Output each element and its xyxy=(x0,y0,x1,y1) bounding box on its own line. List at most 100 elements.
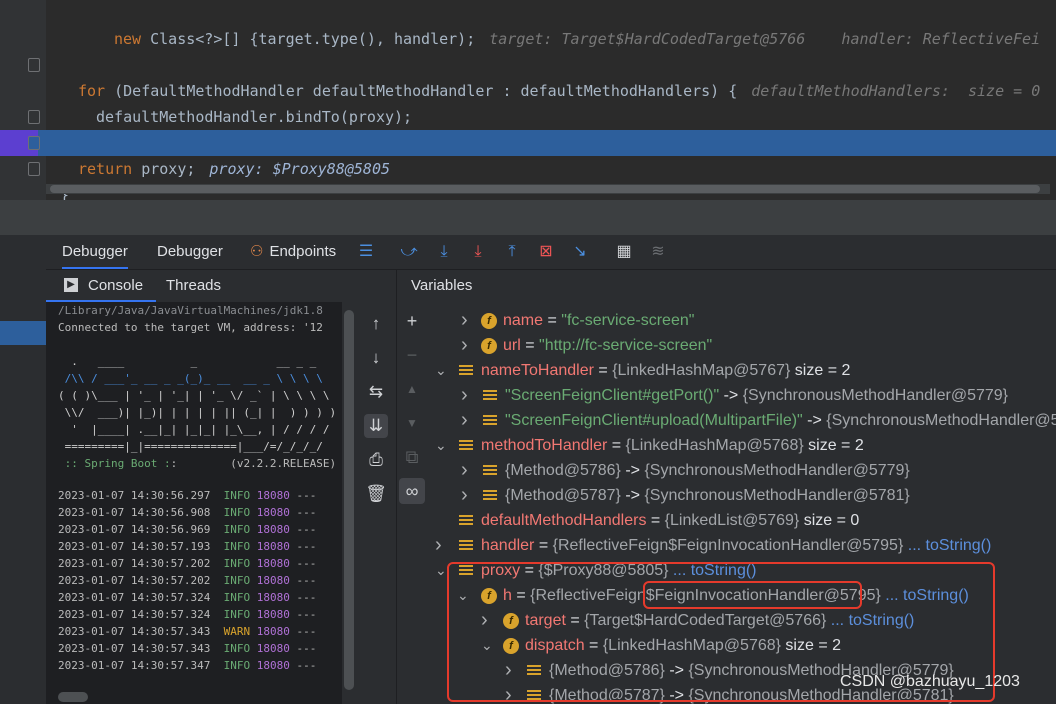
console-hscroll-thumb[interactable] xyxy=(58,692,88,702)
tostring-link[interactable]: ... toString() xyxy=(903,537,992,554)
list-icon xyxy=(483,463,497,477)
variable-row[interactable]: › "ScreenFeignClient#getPort()" -> {Synch… xyxy=(427,383,1056,408)
console-tools: ↑ ↓ ⇆ ⇊ ⎙ 🗑 xyxy=(356,302,397,704)
variable-eq: = xyxy=(543,312,562,329)
console-line: 2023-01-07 14:30:56.908 INFO 18080 --- xyxy=(58,506,317,519)
step-over-icon[interactable]: ⤓ xyxy=(434,242,454,262)
variable-size: size = 0 xyxy=(799,512,860,529)
console-line: 2023-01-07 14:30:57.324 INFO 18080 --- xyxy=(58,591,317,604)
tab-console[interactable]: ▶ Console xyxy=(46,270,156,302)
variable-text: methodToHandler = {LinkedHashMap@5768} s… xyxy=(481,433,864,458)
chevron-right-icon[interactable]: › xyxy=(435,533,449,558)
chevron-right-icon[interactable]: › xyxy=(461,383,475,408)
remove-watch-icon[interactable]: − xyxy=(399,342,425,368)
variable-name: name xyxy=(503,312,544,329)
variable-row[interactable]: defaultMethodHandlers = {LinkedList@5769… xyxy=(427,508,1056,533)
variable-eq: = xyxy=(607,437,626,454)
step-out-icon[interactable]: ⤒ xyxy=(502,242,522,262)
debugger-toolbar: Debugger Debugger ⚇ Endpoints ☰ ⤻ ⤓ ⤓ ⤒ ⊠… xyxy=(46,235,1056,270)
console-line: \\/ ___)| |_)| | | | | || (_| | ) ) ) ) xyxy=(58,406,337,419)
run-to-cursor-icon[interactable]: ↘ xyxy=(570,242,590,262)
variable-text: handler = {ReflectiveFeign$FeignInvocati… xyxy=(481,533,991,558)
scroll-up-icon[interactable]: ↑ xyxy=(364,312,388,336)
variable-row[interactable]: › f url = "http://fc-service-screen" xyxy=(427,333,1056,358)
variable-name: "ScreenFeignClient#getPort()" xyxy=(505,387,720,404)
evaluate-icon[interactable]: ▦ xyxy=(614,242,634,262)
print-icon[interactable]: ⎙ xyxy=(364,448,388,472)
chevron-down-icon[interactable]: ⌄ xyxy=(435,358,449,383)
code-line: defaultMethodHandler.bindTo(proxy); xyxy=(0,78,1056,126)
show-execution-point-icon[interactable]: ⤻ xyxy=(399,242,419,262)
chevron-right-icon[interactable]: › xyxy=(461,408,475,433)
annotation-box-small xyxy=(643,581,862,609)
variable-size: size = 2 xyxy=(790,362,851,379)
variable-row[interactable]: › {Method@5787} -> {SynchronousMethodHand… xyxy=(427,483,1056,508)
variable-value: "http://fc-service-screen" xyxy=(539,337,713,354)
variable-row[interactable]: ⌄ methodToHandler = {LinkedHashMap@5768} … xyxy=(427,433,1056,458)
tab-debugger-1[interactable]: Debugger xyxy=(62,235,128,269)
step-into-icon[interactable]: ⤓ xyxy=(468,242,488,262)
variable-text: "ScreenFeignClient#getPort()" -> {Synchr… xyxy=(505,383,1008,408)
code-line: for (DefaultMethodHandler defaultMethodH… xyxy=(0,52,1056,100)
endpoints-icon: ⚇ xyxy=(250,243,264,260)
list-icon xyxy=(459,513,473,527)
scrollbar-thumb[interactable] xyxy=(50,185,1040,193)
console-output[interactable]: /Library/Java/JavaVirtualMachines/jdk1.8… xyxy=(46,302,342,704)
list-icon xyxy=(459,438,473,452)
variable-value: "fc-service-screen" xyxy=(561,312,695,329)
code-editor[interactable]: new Class<?>[] {target.type(), handler);… xyxy=(0,0,1056,200)
scroll-to-end-icon[interactable]: ⇊ xyxy=(364,414,388,438)
variable-name: handler xyxy=(481,537,535,554)
variable-value: {LinkedHashMap@5768} xyxy=(625,437,804,454)
scroll-down-icon[interactable]: ↓ xyxy=(364,346,388,370)
variable-row[interactable]: › handler = {ReflectiveFeign$FeignInvocat… xyxy=(427,533,1056,558)
horizontal-scrollbar[interactable] xyxy=(46,184,1050,194)
duplicate-icon[interactable]: ⧉ xyxy=(399,444,425,470)
chevron-right-icon[interactable]: › xyxy=(461,308,475,333)
variable-value: {LinkedHashMap@5767} xyxy=(612,362,791,379)
variable-value: {SynchronousMethodHandler@5 xyxy=(826,412,1056,429)
glasses-icon[interactable]: ∞ xyxy=(399,478,425,504)
chevron-right-icon[interactable]: › xyxy=(461,483,475,508)
variable-value: {ReflectiveFeign$FeignInvocationHandler@… xyxy=(552,537,904,554)
scrollbar-thumb[interactable] xyxy=(344,310,354,690)
variable-eq: -> xyxy=(620,462,645,479)
soft-wrap-icon[interactable]: ⇆ xyxy=(364,380,388,404)
move-up-icon[interactable]: ▲ xyxy=(399,376,425,402)
chevron-right-icon[interactable]: › xyxy=(461,333,475,358)
variable-eq: -> xyxy=(802,412,827,429)
add-watch-icon[interactable]: + xyxy=(399,308,425,334)
variable-name: {Method@5786} xyxy=(505,462,621,479)
variable-row[interactable]: › "ScreenFeignClient#upload(MultipartFile… xyxy=(427,408,1056,433)
variable-eq: -> xyxy=(719,387,743,404)
drop-frame-icon[interactable]: ⊠ xyxy=(536,242,556,262)
trace-icon[interactable]: ≋ xyxy=(648,242,668,262)
trash-icon[interactable]: 🗑 xyxy=(364,482,388,506)
tab-threads[interactable]: Threads xyxy=(166,277,221,294)
console-line: . ____ _ __ _ _ xyxy=(58,355,317,368)
menu-icon[interactable]: ☰ xyxy=(356,242,376,262)
variable-value: {SynchronousMethodHandler@5781} xyxy=(644,487,910,504)
tab-debugger-2[interactable]: Debugger xyxy=(157,235,223,269)
fold-marker[interactable] xyxy=(28,136,40,150)
console-line: =========|_|==============|___/=/_/_/_/ xyxy=(58,440,323,453)
move-down-icon[interactable]: ▼ xyxy=(399,410,425,436)
variable-name: nameToHandler xyxy=(481,362,594,379)
variables-tools: + − ▲ ▼ ⧉ ∞ xyxy=(397,302,427,704)
chevron-down-icon[interactable]: ⌄ xyxy=(435,433,449,458)
console-icon: ▶ xyxy=(64,278,78,292)
selected-frame[interactable] xyxy=(0,321,46,345)
variable-text: defaultMethodHandlers = {LinkedList@5769… xyxy=(481,508,859,533)
field-icon: f xyxy=(481,313,497,329)
console-line: 2023-01-07 14:30:57.202 INFO 18080 --- xyxy=(58,557,317,570)
variable-row[interactable]: ⌄ nameToHandler = {LinkedHashMap@5767} si… xyxy=(427,358,1056,383)
watermark: CSDN @bazhuayu_1203 xyxy=(840,673,1020,690)
variable-row[interactable]: › {Method@5786} -> {SynchronousMethodHand… xyxy=(427,458,1056,483)
variable-row[interactable]: › f name = "fc-service-screen" xyxy=(427,308,1056,333)
tab-endpoints[interactable]: ⚇ Endpoints xyxy=(250,235,336,269)
execution-line: return proxy; proxy: $Proxy88@5805 xyxy=(0,130,1056,178)
chevron-right-icon[interactable]: › xyxy=(461,458,475,483)
console-scrollbar[interactable] xyxy=(342,302,356,704)
console-line: :: Spring Boot :: (v2.2.2.RELEASE) xyxy=(58,457,337,470)
console-line: ' |____| .__|_| |_|_| |_\__, | / / / / xyxy=(58,423,330,436)
